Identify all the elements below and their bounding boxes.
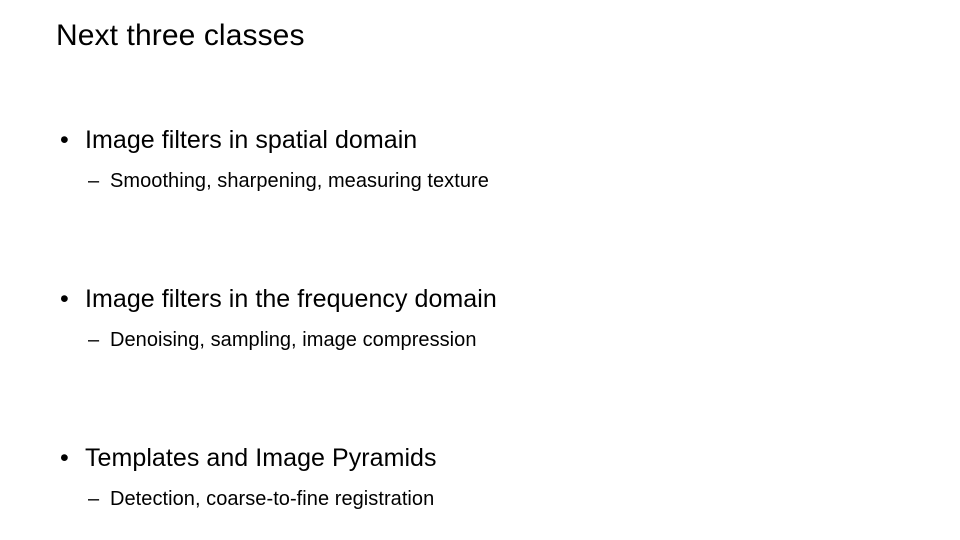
bullet-label: Image filters in spatial domain: [85, 126, 418, 154]
bullet-group-2: • Image filters in the frequency domain …: [56, 283, 916, 354]
sub-bullet-label: Smoothing, sharpening, measuring texture: [110, 170, 489, 192]
dash-icon: –: [88, 488, 100, 510]
bullet-label: Image filters in the frequency domain: [85, 285, 497, 313]
slide-canvas: Next three classes • Image filters in sp…: [0, 0, 960, 540]
dash-icon: –: [88, 170, 100, 192]
bullet-group-1: • Image filters in spatial domain – Smoo…: [56, 124, 916, 195]
sub-bullet-label: Denoising, sampling, image compression: [110, 329, 477, 351]
page-title: Next three classes: [56, 19, 305, 52]
bullet-label: Templates and Image Pyramids: [85, 444, 437, 472]
sub-list-item: – Detection, coarse-to-fine registration: [56, 486, 916, 513]
sub-list-item: – Smoothing, sharpening, measuring textu…: [56, 168, 916, 195]
bullet-dot-icon: •: [60, 444, 69, 472]
list-item: • Image filters in the frequency domain: [56, 283, 916, 315]
list-item: • Image filters in spatial domain: [56, 124, 916, 156]
bullet-dot-icon: •: [60, 285, 69, 313]
list-item: • Templates and Image Pyramids: [56, 442, 916, 474]
bullet-group-3: • Templates and Image Pyramids – Detecti…: [56, 442, 916, 513]
bullet-list: • Image filters in spatial domain – Smoo…: [56, 124, 916, 513]
bullet-dot-icon: •: [60, 126, 69, 154]
dash-icon: –: [88, 329, 100, 351]
sub-list-item: – Denoising, sampling, image compression: [56, 327, 916, 354]
sub-bullet-label: Detection, coarse-to-fine registration: [110, 488, 435, 510]
